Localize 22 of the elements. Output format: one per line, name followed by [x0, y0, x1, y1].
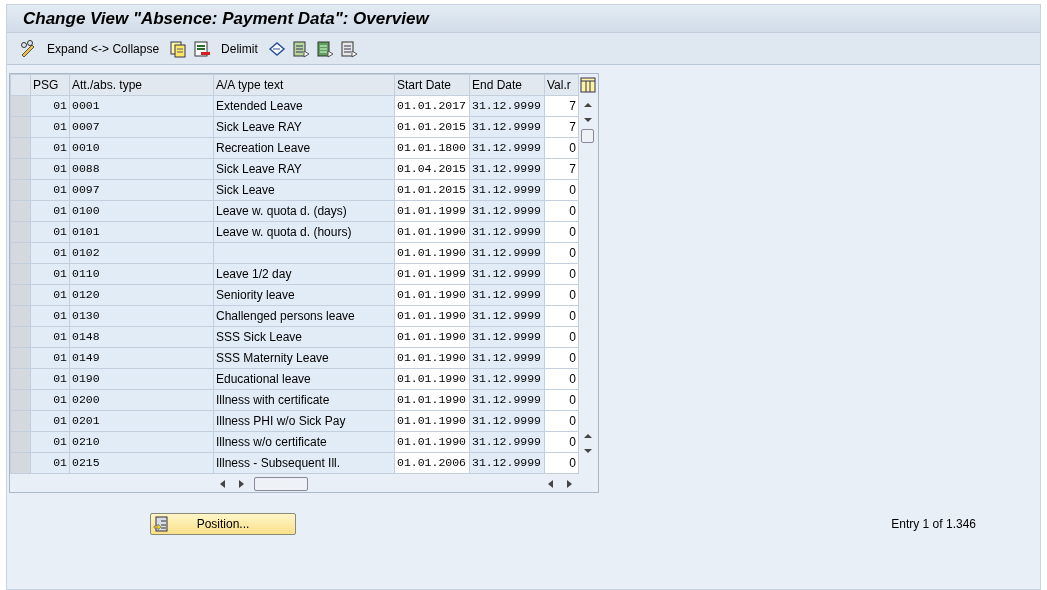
column-header[interactable]: Att./abs. type: [69, 74, 214, 96]
scroll-thumb[interactable]: [254, 477, 308, 491]
toolbar-button[interactable]: Expand <-> Collapse: [43, 39, 164, 58]
column-header[interactable]: PSG: [30, 74, 70, 96]
position-button[interactable]: Position...: [150, 513, 296, 535]
column-header[interactable]: End Date: [469, 74, 545, 96]
list-arrow-icon[interactable]: [339, 39, 358, 58]
copy-icon[interactable]: [169, 39, 188, 58]
column-header[interactable]: Start Date: [394, 74, 470, 96]
window-title: Change View "Absence: Payment Data": Overview: [23, 7, 429, 30]
glasses-pencil-icon[interactable]: [19, 39, 37, 58]
column-header[interactable]: Val.r: [544, 74, 579, 96]
entry-count: Entry 1 of 1.346: [891, 516, 976, 533]
arrow-diamond-icon[interactable]: [267, 39, 286, 58]
list-arrow-icon[interactable]: [315, 39, 334, 58]
position-icon: [153, 516, 169, 532]
list-arrow-icon[interactable]: [291, 39, 310, 58]
delete-rows-icon[interactable]: [193, 39, 212, 58]
column-header[interactable]: A/A type text: [213, 74, 395, 96]
column-settings-icon[interactable]: [579, 77, 596, 93]
toolbar-button[interactable]: Delimit: [217, 39, 262, 58]
scroll-thumb[interactable]: [581, 129, 594, 143]
